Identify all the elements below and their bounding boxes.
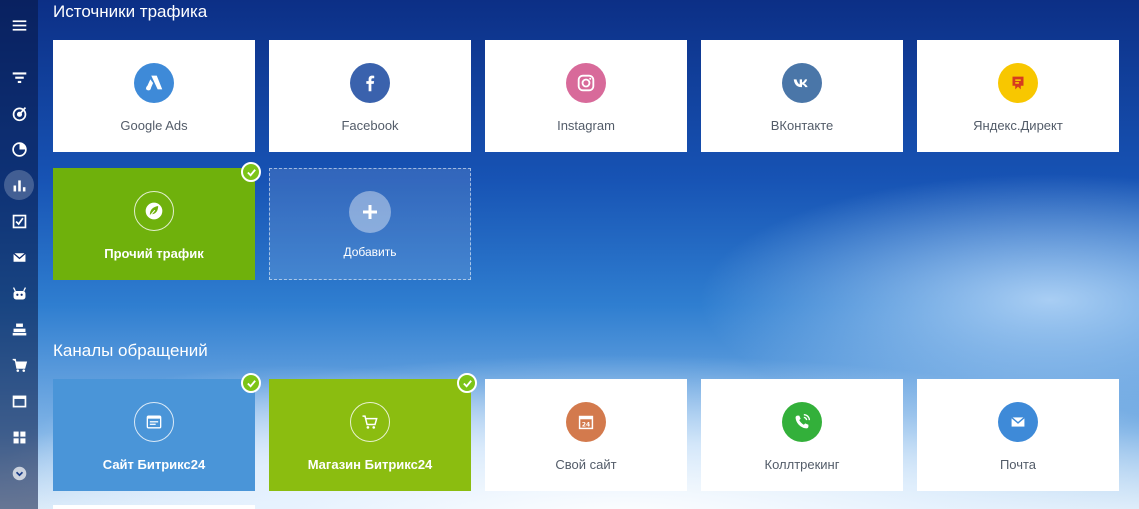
check-icon [457, 373, 477, 393]
traffic-sources-title: Источники трафика [53, 2, 208, 21]
tile-vkontakte[interactable]: ВКонтакте [701, 40, 903, 152]
funnel-icon[interactable] [4, 62, 34, 92]
sidebar [0, 0, 38, 509]
tile-label: Коллтрекинг [764, 457, 840, 472]
cart-icon[interactable] [4, 350, 34, 380]
vk-icon [782, 63, 822, 103]
tile-label: Почта [999, 457, 1037, 472]
tile-label: Прочий трафик [104, 246, 204, 261]
google-ads-icon [134, 63, 174, 103]
leaf-icon [134, 191, 174, 231]
cash-register-icon[interactable] [4, 314, 34, 344]
tile-bitrix-site[interactable]: Сайт Битрикс24 [53, 373, 261, 491]
chevron-down-icon[interactable] [4, 458, 34, 488]
tile-bitrix-shop[interactable]: Магазин Битрикс24 [269, 373, 477, 491]
phone-icon [782, 402, 822, 442]
tile-instagram[interactable]: Instagram [485, 40, 687, 152]
tile-label: Магазин Битрикс24 [307, 457, 433, 472]
tile-calltracking[interactable]: Коллтрекинг [701, 379, 903, 491]
tile-mail[interactable]: Почта [917, 379, 1119, 491]
site-icon [134, 402, 174, 442]
check-icon [241, 373, 261, 393]
tile-label: Instagram [557, 118, 615, 133]
calendar-24-icon: 24 [566, 402, 606, 442]
envelope-icon [998, 402, 1038, 442]
facebook-icon [350, 63, 390, 103]
next-tile-edge [53, 505, 255, 509]
apps-icon[interactable] [4, 422, 34, 452]
tile-own-site[interactable]: 24 Свой сайт [485, 379, 687, 491]
check-icon [241, 162, 261, 182]
bar-chart-icon[interactable] [4, 170, 34, 200]
checklist-icon[interactable] [4, 206, 34, 236]
tile-label: Сайт Битрикс24 [102, 457, 206, 472]
tile-label: Яндекс.Директ [973, 118, 1063, 133]
tile-label: Добавить [343, 245, 397, 259]
pie-chart-icon[interactable] [4, 134, 34, 164]
channels-title: Каналы обращений [53, 341, 208, 360]
plus-icon [349, 191, 391, 233]
tile-yandex-direct[interactable]: Яндекс.Директ [917, 40, 1119, 152]
yandex-direct-icon [998, 63, 1038, 103]
robot-icon[interactable] [4, 278, 34, 308]
tile-label: Google Ads [120, 118, 188, 133]
shop-cart-icon [350, 402, 390, 442]
tile-label: Facebook [341, 118, 399, 133]
tile-facebook[interactable]: Facebook [269, 40, 471, 152]
window-icon[interactable] [4, 386, 34, 416]
instagram-icon [566, 63, 606, 103]
menu-icon[interactable] [4, 10, 34, 40]
tile-google-ads[interactable]: Google Ads [53, 40, 255, 152]
tile-label: ВКонтакте [770, 118, 834, 133]
tile-other-traffic[interactable]: Прочий трафик [53, 162, 261, 280]
tile-add-source[interactable]: Добавить [269, 168, 471, 280]
mail-icon[interactable] [4, 242, 34, 272]
tile-label: Свой сайт [555, 457, 617, 472]
svg-text:24: 24 [582, 422, 590, 429]
target-icon[interactable] [4, 98, 34, 128]
